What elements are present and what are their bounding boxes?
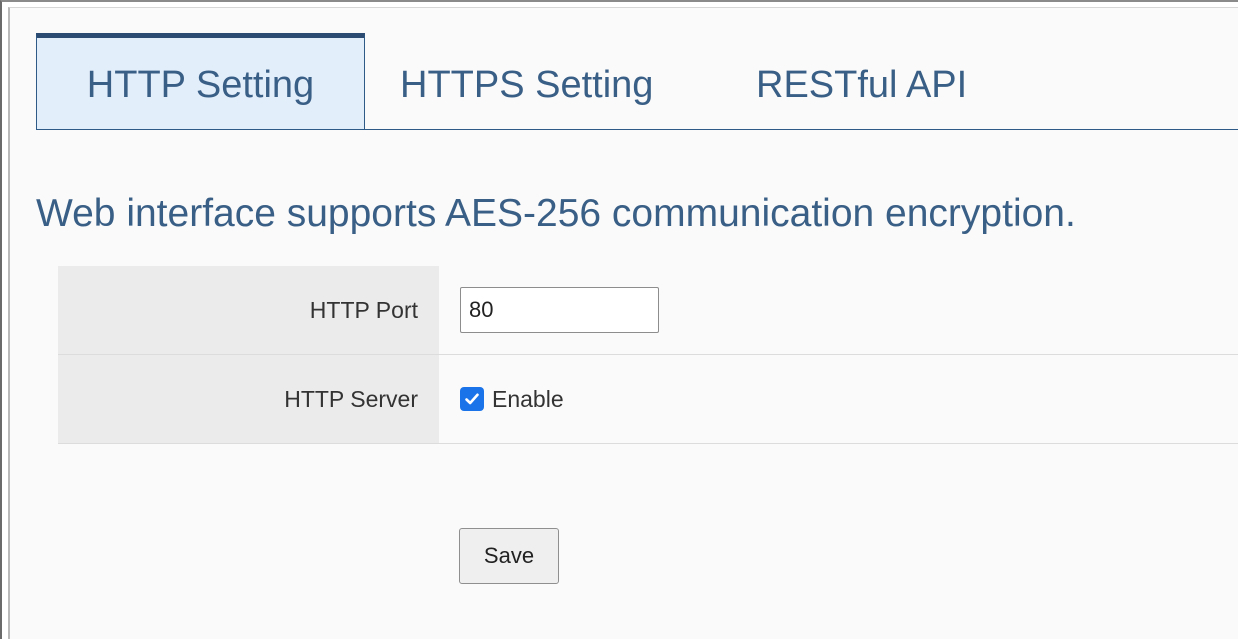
http-server-label: HTTP Server [58, 355, 439, 443]
tab-underline [36, 129, 1238, 130]
settings-form: HTTP Port HTTP Server Enable [58, 266, 1238, 444]
page-headline: Web interface supports AES-256 communica… [36, 192, 1076, 235]
enable-checkbox-label[interactable]: Enable [492, 386, 564, 413]
tab-label: HTTP Setting [86, 64, 315, 106]
tab-restful-api[interactable]: RESTful API [756, 33, 967, 130]
tab-bar: HTTP Setting HTTPS Setting RESTful API [36, 33, 1238, 131]
tab-label: RESTful API [756, 64, 968, 106]
tab-http-setting[interactable]: HTTP Setting [36, 33, 365, 130]
save-button[interactable]: Save [459, 528, 559, 584]
http-port-input[interactable] [460, 287, 659, 333]
tab-label: HTTPS Setting [400, 64, 654, 106]
http-server-value-cell: Enable [439, 355, 1238, 443]
enable-checkbox[interactable] [460, 387, 484, 411]
checkmark-icon [465, 393, 479, 405]
form-row-http-port: HTTP Port [58, 266, 1238, 355]
tab-https-setting[interactable]: HTTPS Setting [400, 33, 653, 130]
form-row-http-server: HTTP Server Enable [58, 355, 1238, 444]
http-port-label: HTTP Port [58, 266, 439, 354]
http-port-value-cell [439, 266, 1238, 354]
